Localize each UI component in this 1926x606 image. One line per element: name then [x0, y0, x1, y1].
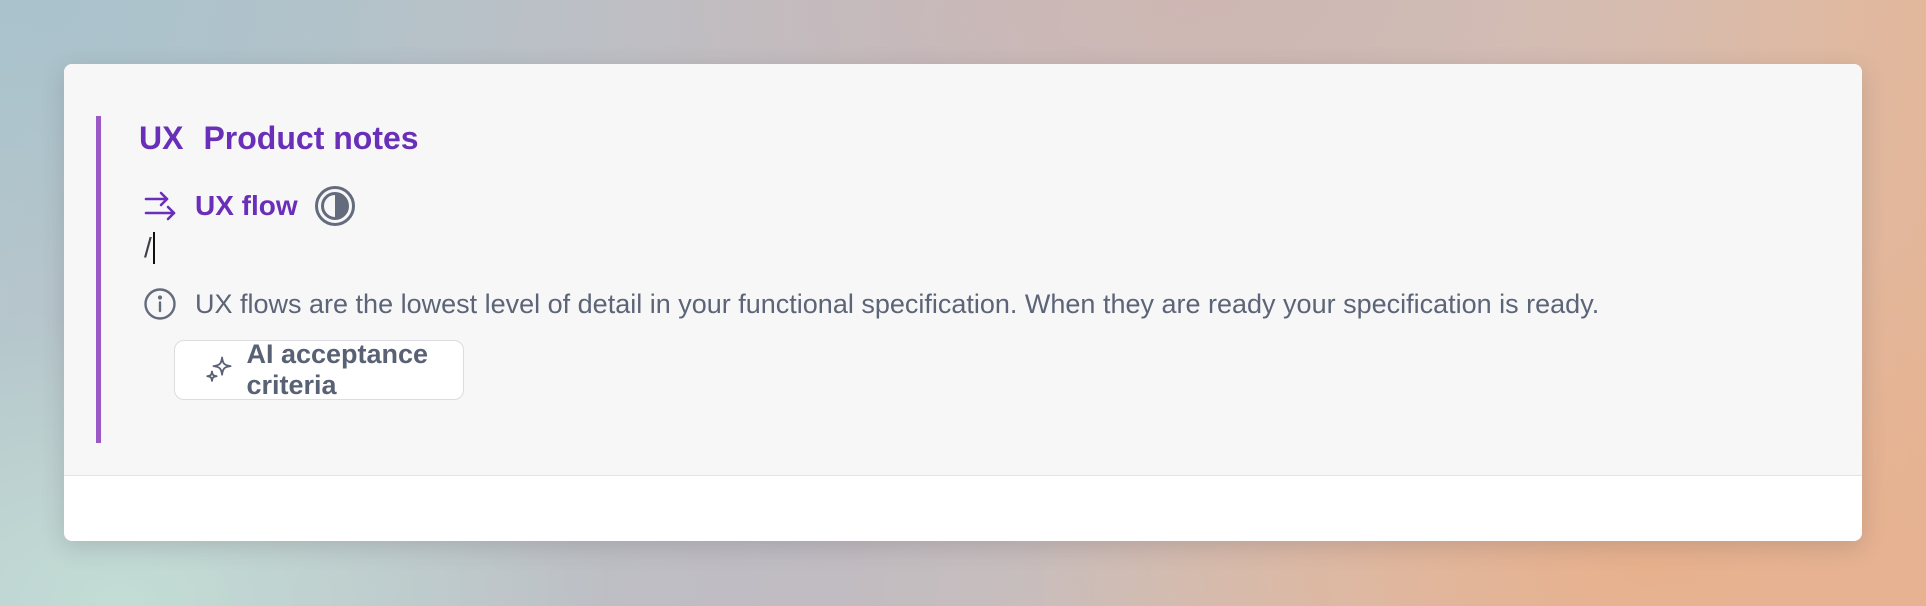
ai-acceptance-criteria-button[interactable]: AI acceptance criteria [174, 339, 464, 400]
ux-flow-label[interactable]: UX flow [195, 190, 298, 222]
section-tag[interactable]: UX [139, 122, 183, 154]
info-text: UX flows are the lowest level of detail … [195, 288, 1600, 319]
ux-flow-row[interactable]: UX flow [143, 184, 356, 228]
editor-text[interactable]: / [144, 232, 152, 264]
section-accent-bar [96, 116, 101, 443]
info-hint: UX flows are the lowest level of detail … [143, 284, 1599, 324]
editor-input[interactable]: / [144, 230, 155, 266]
arrows-right-icon[interactable] [143, 189, 177, 223]
text-caret [152, 232, 155, 264]
ai-acceptance-criteria-label: AI acceptance criteria [246, 339, 429, 400]
section-title[interactable]: Product notes [203, 122, 418, 154]
info-circle-icon [144, 288, 176, 320]
section-header: UX Product notes [139, 122, 419, 154]
editor-window: UX Product notes UX flow / UX flows are … [64, 64, 1862, 541]
sparkle-icon [206, 356, 232, 382]
notes-card: UX Product notes UX flow / UX flows are … [64, 64, 1862, 476]
half-circle-status-icon[interactable] [314, 185, 356, 227]
